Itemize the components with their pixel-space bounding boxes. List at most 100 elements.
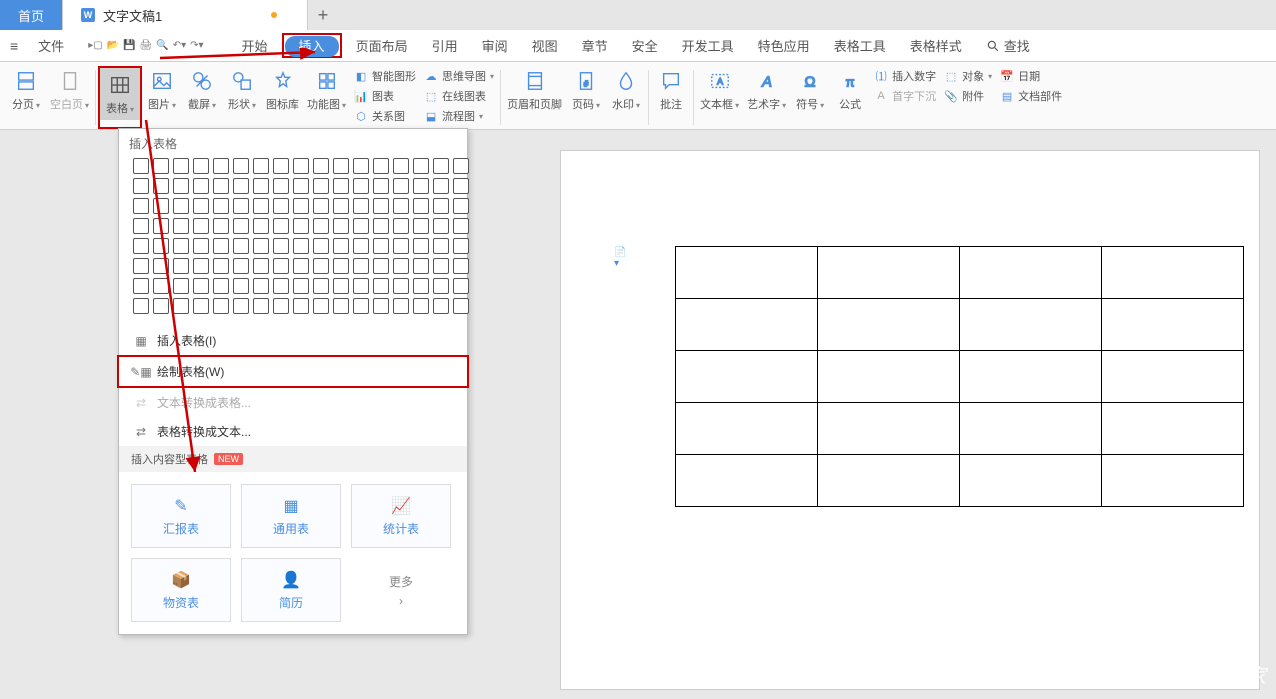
grid-cell[interactable] xyxy=(433,158,449,174)
grid-cell[interactable] xyxy=(433,178,449,194)
table-size-grid[interactable] xyxy=(119,158,467,326)
template-material[interactable]: 📦物资表 xyxy=(131,558,231,622)
table-row[interactable] xyxy=(676,455,1244,507)
menu-chapter[interactable]: 章节 xyxy=(572,32,618,59)
grid-cell[interactable] xyxy=(193,258,209,274)
grid-cell[interactable] xyxy=(193,238,209,254)
grid-cell[interactable] xyxy=(133,218,149,234)
shapes-button[interactable]: 形状 xyxy=(222,66,262,129)
object-button[interactable]: ⬚对象▾ xyxy=(940,68,996,84)
home-tab[interactable]: 首页 xyxy=(0,0,63,30)
template-stats[interactable]: 📈统计表 xyxy=(351,484,451,548)
grid-cell[interactable] xyxy=(213,298,229,314)
qat-save-icon[interactable]: 💾 xyxy=(123,40,135,51)
menu-view[interactable]: 视图 xyxy=(522,32,568,59)
grid-cell[interactable] xyxy=(213,238,229,254)
grid-cell[interactable] xyxy=(253,198,269,214)
iconlib-button[interactable]: 图标库 xyxy=(262,66,303,129)
insert-number-button[interactable]: ⑴插入数字 xyxy=(870,68,940,84)
menu-insert[interactable]: 插入 xyxy=(285,36,339,57)
qat-new-icon[interactable]: ▸▢ xyxy=(88,40,102,51)
grid-cell[interactable] xyxy=(453,238,469,254)
grid-cell[interactable] xyxy=(253,158,269,174)
blank-page-button[interactable]: 空白页 xyxy=(46,66,93,129)
wordart-button[interactable]: A 艺术字 xyxy=(743,66,790,129)
grid-cell[interactable] xyxy=(273,258,289,274)
grid-cell[interactable] xyxy=(353,258,369,274)
grid-cell[interactable] xyxy=(133,298,149,314)
grid-cell[interactable] xyxy=(293,238,309,254)
grid-cell[interactable] xyxy=(213,178,229,194)
grid-cell[interactable] xyxy=(133,278,149,294)
grid-cell[interactable] xyxy=(133,198,149,214)
page-break-button[interactable]: 分页 xyxy=(6,66,46,129)
grid-cell[interactable] xyxy=(233,278,249,294)
grid-cell[interactable] xyxy=(133,158,149,174)
grid-cell[interactable] xyxy=(393,278,409,294)
table-row[interactable] xyxy=(676,299,1244,351)
table-row[interactable] xyxy=(676,247,1244,299)
grid-cell[interactable] xyxy=(413,258,429,274)
grid-cell[interactable] xyxy=(373,258,389,274)
menu-review[interactable]: 审阅 xyxy=(472,32,518,59)
grid-cell[interactable] xyxy=(293,178,309,194)
grid-cell[interactable] xyxy=(413,298,429,314)
grid-cell[interactable] xyxy=(173,278,189,294)
screenshot-button[interactable]: 截屏 xyxy=(182,66,222,129)
mindmap-button[interactable]: ☁思维导图▾ xyxy=(420,68,498,84)
picture-button[interactable]: 图片 xyxy=(142,66,182,129)
grid-cell[interactable] xyxy=(413,218,429,234)
grid-cell[interactable] xyxy=(353,278,369,294)
draw-table-item[interactable]: ✎▦ 绘制表格(W) xyxy=(117,355,469,388)
grid-cell[interactable] xyxy=(433,258,449,274)
new-tab-button[interactable]: + xyxy=(308,0,338,30)
grid-cell[interactable] xyxy=(193,178,209,194)
menu-security[interactable]: 安全 xyxy=(622,32,668,59)
menu-start[interactable]: 开始 xyxy=(232,32,278,59)
grid-cell[interactable] xyxy=(253,278,269,294)
grid-cell[interactable] xyxy=(313,218,329,234)
grid-cell[interactable] xyxy=(453,218,469,234)
grid-cell[interactable] xyxy=(313,178,329,194)
date-button[interactable]: 📅日期 xyxy=(996,68,1066,84)
grid-cell[interactable] xyxy=(233,158,249,174)
grid-cell[interactable] xyxy=(353,218,369,234)
grid-cell[interactable] xyxy=(193,298,209,314)
menu-devtools[interactable]: 开发工具 xyxy=(672,32,744,59)
grid-cell[interactable] xyxy=(153,278,169,294)
grid-cell[interactable] xyxy=(353,198,369,214)
grid-cell[interactable] xyxy=(353,178,369,194)
grid-cell[interactable] xyxy=(393,238,409,254)
grid-cell[interactable] xyxy=(333,258,349,274)
grid-cell[interactable] xyxy=(413,178,429,194)
table-button[interactable]: 表格 xyxy=(100,68,140,120)
grid-cell[interactable] xyxy=(313,258,329,274)
grid-cell[interactable] xyxy=(353,298,369,314)
grid-cell[interactable] xyxy=(313,198,329,214)
textbox-button[interactable]: A 文本框 xyxy=(696,66,743,129)
grid-cell[interactable] xyxy=(413,198,429,214)
menu-special[interactable]: 特色应用 xyxy=(748,32,820,59)
table-to-text-item[interactable]: ⇄ 表格转换成文本... xyxy=(119,417,467,446)
document-table[interactable] xyxy=(675,246,1244,507)
grid-cell[interactable] xyxy=(413,158,429,174)
paste-options-icon[interactable]: 📄▾ xyxy=(614,250,630,266)
grid-cell[interactable] xyxy=(173,158,189,174)
table-row[interactable] xyxy=(676,351,1244,403)
template-general[interactable]: ▦通用表 xyxy=(241,484,341,548)
funcchart-button[interactable]: 功能图 xyxy=(303,66,350,129)
grid-cell[interactable] xyxy=(433,238,449,254)
grid-cell[interactable] xyxy=(213,158,229,174)
grid-cell[interactable] xyxy=(373,278,389,294)
grid-cell[interactable] xyxy=(133,178,149,194)
grid-cell[interactable] xyxy=(333,238,349,254)
search-box[interactable]: 查找 xyxy=(986,36,1030,55)
grid-cell[interactable] xyxy=(133,238,149,254)
grid-cell[interactable] xyxy=(173,258,189,274)
grid-cell[interactable] xyxy=(153,218,169,234)
header-footer-button[interactable]: 页眉和页脚 xyxy=(503,66,566,129)
grid-cell[interactable] xyxy=(373,198,389,214)
grid-cell[interactable] xyxy=(273,158,289,174)
grid-cell[interactable] xyxy=(433,198,449,214)
grid-cell[interactable] xyxy=(273,198,289,214)
